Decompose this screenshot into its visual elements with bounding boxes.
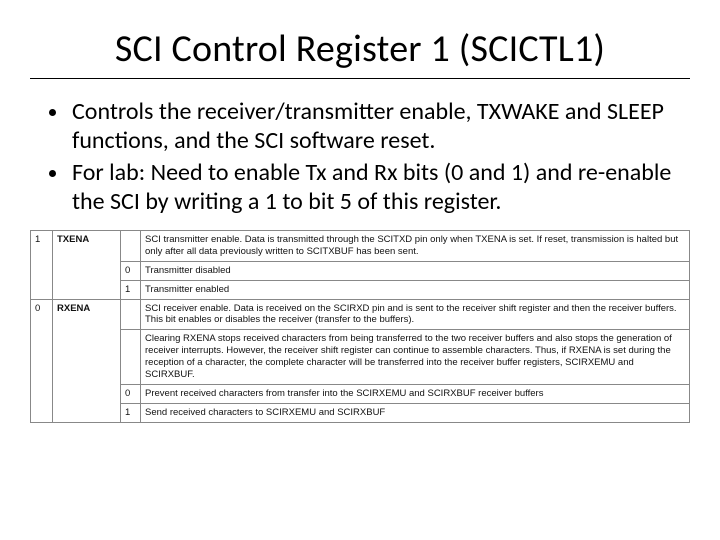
- reg-name-cell: TXENA: [53, 231, 121, 300]
- bullet-list: Controls the receiver/transmitter enable…: [36, 97, 684, 216]
- slide-title: SCI Control Register 1 (SCICTL1): [30, 26, 690, 72]
- title-rule: [30, 78, 690, 79]
- reg-value-desc: Prevent received characters from transfe…: [141, 384, 690, 403]
- reg-value-cell: 0: [121, 261, 141, 280]
- reg-value-cell: [121, 231, 141, 262]
- reg-desc-cell: SCI transmitter enable. Data is transmit…: [141, 231, 690, 262]
- table-row: 0 Prevent received characters from trans…: [31, 384, 690, 403]
- register-table: 1 TXENA SCI transmitter enable. Data is …: [30, 230, 690, 423]
- reg-value-cell: 1: [121, 280, 141, 299]
- table-row: 0 RXENA SCI receiver enable. Data is rec…: [31, 299, 690, 330]
- table-row: 1 Transmitter enabled: [31, 280, 690, 299]
- table-row: 0 Transmitter disabled: [31, 261, 690, 280]
- bullet-item: Controls the receiver/transmitter enable…: [70, 97, 684, 156]
- reg-desc-cell: SCI receiver enable. Data is received on…: [141, 299, 690, 330]
- reg-bit-cell: 0: [31, 299, 53, 422]
- reg-value-desc: Transmitter disabled: [141, 261, 690, 280]
- reg-bit-cell: 1: [31, 231, 53, 300]
- table-row: Clearing RXENA stops received characters…: [31, 330, 690, 385]
- reg-value-cell: 0: [121, 384, 141, 403]
- bullet-item: For lab: Need to enable Tx and Rx bits (…: [70, 158, 684, 217]
- table-row: 1 Send received characters to SCIRXEMU a…: [31, 403, 690, 422]
- table-row: 1 TXENA SCI transmitter enable. Data is …: [31, 231, 690, 262]
- reg-value-desc: Send received characters to SCIRXEMU and…: [141, 403, 690, 422]
- reg-value-cell: [121, 299, 141, 330]
- reg-value-desc: Transmitter enabled: [141, 280, 690, 299]
- reg-extra-desc: Clearing RXENA stops received characters…: [141, 330, 690, 385]
- reg-value-cell: 1: [121, 403, 141, 422]
- reg-value-cell: [121, 330, 141, 385]
- slide: SCI Control Register 1 (SCICTL1) Control…: [0, 0, 720, 540]
- reg-name-cell: RXENA: [53, 299, 121, 422]
